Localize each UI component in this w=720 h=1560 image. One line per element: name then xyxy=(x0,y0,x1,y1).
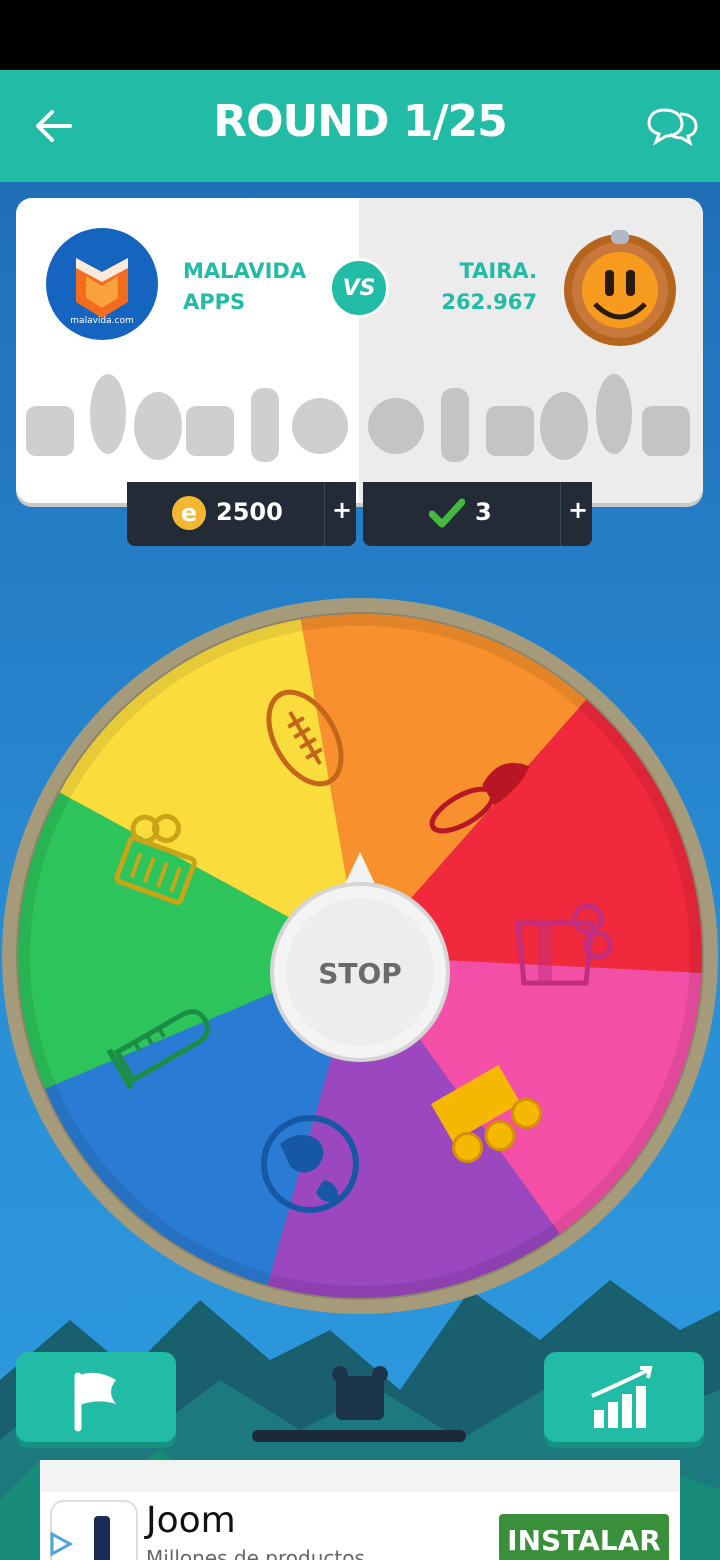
vs-badge: VS xyxy=(329,258,389,318)
ad-title: Joom xyxy=(146,1500,236,1541)
correct-divider xyxy=(560,482,561,546)
correct-add-button[interactable]: + xyxy=(568,496,588,524)
coins-counter: e 2500 + xyxy=(127,482,356,546)
players-card: malavida.com MALAVIDA APPS VS TAIRA. 262… xyxy=(16,198,703,503)
ad-banner[interactable]: Joom Millones de productos INSTALAR xyxy=(40,1460,680,1560)
round-title: ROUND 1/25 xyxy=(213,96,508,147)
spin-wheel[interactable]: STOP xyxy=(0,596,720,1316)
chat-bubbles-icon[interactable] xyxy=(646,104,698,148)
status-bar xyxy=(0,0,720,70)
ad-subtitle: Millones de productos xyxy=(146,1546,365,1560)
correct-answers-counter: 3 + xyxy=(363,482,592,546)
top-bar: ROUND 1/25 xyxy=(0,70,720,182)
player-right-name-line2: 262.967 xyxy=(441,290,537,314)
correct-value: 3 xyxy=(475,498,492,526)
ad-install-button[interactable]: INSTALAR xyxy=(499,1514,669,1560)
mascot-silhouette-icon xyxy=(332,1366,388,1420)
stats-button[interactable] xyxy=(544,1352,704,1442)
coin-icon: e xyxy=(172,496,206,530)
flag-icon xyxy=(74,1372,116,1432)
bar-chart-icon xyxy=(591,1366,653,1428)
coins-divider xyxy=(324,482,325,546)
player-left-name: MALAVIDA APPS xyxy=(183,256,306,318)
player-right-avatar[interactable] xyxy=(559,226,681,348)
coins-add-button[interactable]: + xyxy=(332,496,352,524)
progress-bar xyxy=(252,1430,466,1442)
stop-button[interactable]: STOP xyxy=(318,957,402,990)
ad-product-strip xyxy=(40,1460,680,1492)
coins-value: 2500 xyxy=(216,498,283,526)
avatar-brand-text: malavida.com xyxy=(70,316,134,326)
player-right-name-line1: TAIRA. xyxy=(459,259,537,283)
checkmark-icon xyxy=(429,498,465,528)
player-right-name: TAIRA. 262.967 xyxy=(441,256,537,318)
player-left-avatar[interactable]: malavida.com xyxy=(46,228,158,340)
adchoices-icon[interactable] xyxy=(46,1530,74,1558)
character-silhouettes xyxy=(26,374,690,462)
player-left-name-line2: APPS xyxy=(183,290,246,314)
report-flag-button[interactable] xyxy=(16,1352,176,1442)
player-left-name-line1: MALAVIDA xyxy=(183,259,307,283)
